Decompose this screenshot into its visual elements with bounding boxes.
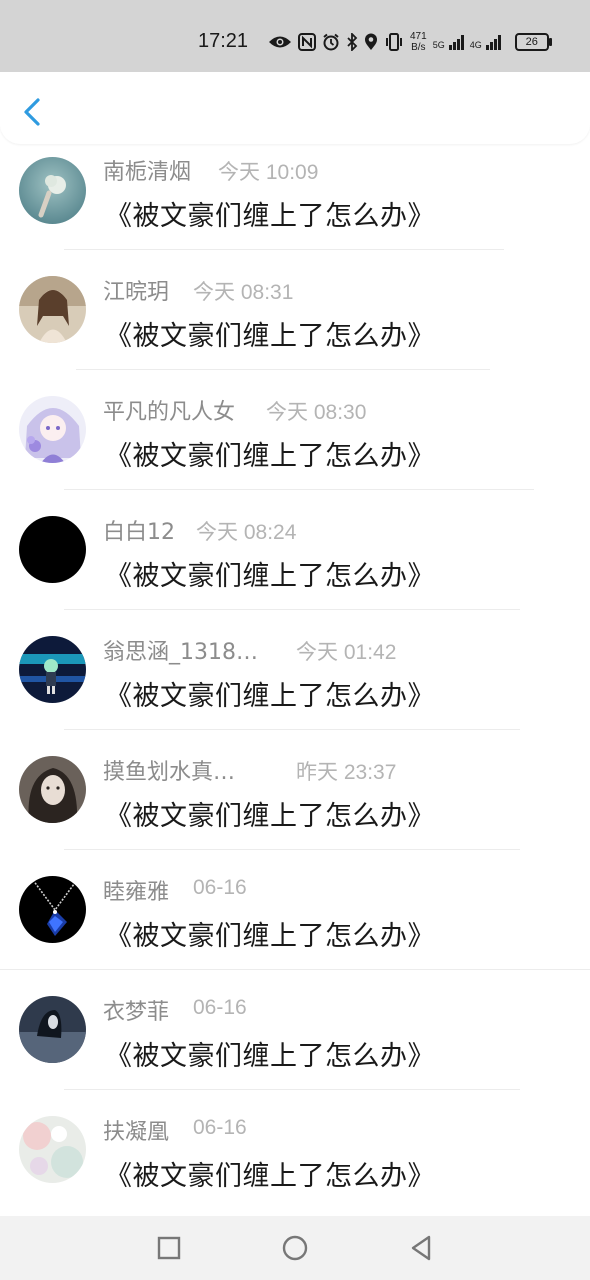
- location-icon: [365, 33, 377, 50]
- comment-text[interactable]: 《被文豪们缠上了怎么办》: [105, 1154, 435, 1193]
- comment-text[interactable]: 《被文豪们缠上了怎么办》: [105, 554, 435, 593]
- user-name[interactable]: 南栀清烟: [103, 154, 191, 186]
- user-name[interactable]: 睦雍雅: [103, 874, 169, 906]
- user-name[interactable]: 摸鱼划水真…: [103, 754, 235, 786]
- status-bar: 17:21 471 B/s 5G 4G 26: [0, 0, 590, 72]
- avatar[interactable]: [19, 396, 86, 463]
- sim2-signal: 4G: [470, 34, 501, 50]
- square-icon[interactable]: [151, 1230, 187, 1266]
- comment-text[interactable]: 《被文豪们缠上了怎么办》: [105, 914, 435, 953]
- avatar[interactable]: [19, 1116, 86, 1183]
- comment-text[interactable]: 《被文豪们缠上了怎么办》: [105, 434, 435, 473]
- status-icons: 471 B/s 5G 4G 26: [268, 28, 552, 56]
- top-app-bar: [0, 72, 590, 144]
- avatar[interactable]: [19, 157, 86, 224]
- chevron-left-icon[interactable]: [18, 92, 48, 132]
- comment-text[interactable]: 《被文豪们缠上了怎么办》: [105, 794, 435, 833]
- avatar[interactable]: [19, 636, 86, 703]
- comment-time: 06-16: [193, 996, 247, 1019]
- circle-icon[interactable]: [277, 1230, 313, 1266]
- comment-text[interactable]: 《被文豪们缠上了怎么办》: [105, 194, 435, 233]
- comment-time: 06-16: [193, 1116, 247, 1139]
- comment-text[interactable]: 《被文豪们缠上了怎么办》: [105, 314, 435, 353]
- list-item[interactable]: 衣梦菲 06-16 《被文豪们缠上了怎么办》: [0, 970, 590, 1090]
- comment-time: 昨天 23:37: [296, 761, 397, 784]
- vibrate-icon: [386, 33, 402, 51]
- alarm-icon: [323, 33, 339, 51]
- comment-time: 今天 08:30: [266, 401, 367, 424]
- user-name[interactable]: 平凡的凡人女: [103, 394, 235, 426]
- comment-time: 今天 08:31: [193, 281, 294, 304]
- list-item[interactable]: 南栀清烟 今天 10:09 《被文豪们缠上了怎么办》: [0, 144, 590, 250]
- list-item[interactable]: 扶凝凰 06-16 《被文豪们缠上了怎么办》: [0, 1090, 590, 1210]
- eye-icon: [269, 36, 291, 48]
- user-name[interactable]: 衣梦菲: [103, 994, 169, 1026]
- sim1-signal: 5G: [433, 34, 464, 50]
- list-item[interactable]: 翁思涵_1318… 今天 01:42 《被文豪们缠上了怎么办》: [0, 610, 590, 730]
- avatar[interactable]: [19, 876, 86, 943]
- battery-icon: 26: [514, 33, 552, 51]
- triangle-back-icon[interactable]: [403, 1230, 439, 1266]
- user-name[interactable]: 扶凝凰: [103, 1114, 169, 1146]
- list-item[interactable]: 睦雍雅 06-16 《被文豪们缠上了怎么办》: [0, 850, 590, 970]
- list-item[interactable]: 白白12 今天 08:24 《被文豪们缠上了怎么办》: [0, 490, 590, 610]
- list-item[interactable]: 平凡的凡人女 今天 08:30 《被文豪们缠上了怎么办》: [0, 370, 590, 490]
- comment-time: 今天 01:42: [296, 641, 397, 664]
- signal-bars-icon: [448, 34, 464, 50]
- user-name[interactable]: 江晥玥: [103, 274, 169, 306]
- avatar[interactable]: [19, 516, 86, 583]
- avatar[interactable]: [19, 996, 86, 1063]
- comment-text[interactable]: 《被文豪们缠上了怎么办》: [105, 1034, 435, 1073]
- list-item[interactable]: 江晥玥 今天 08:31 《被文豪们缠上了怎么办》: [0, 250, 590, 370]
- status-time: 17:21: [198, 30, 249, 52]
- list-item[interactable]: 摸鱼划水真… 昨天 23:37 《被文豪们缠上了怎么办》: [0, 730, 590, 850]
- signal-bars-icon: [485, 34, 501, 50]
- comment-text[interactable]: 《被文豪们缠上了怎么办》: [105, 674, 435, 713]
- comment-time: 06-16: [193, 876, 247, 899]
- network-speed: 471 B/s: [410, 31, 427, 53]
- comment-time: 今天 08:24: [196, 521, 297, 544]
- comment-time: 今天 10:09: [218, 161, 319, 184]
- user-name[interactable]: 白白12: [103, 514, 175, 546]
- comment-list: 南栀清烟 今天 10:09 《被文豪们缠上了怎么办》 江晥玥 今天 08:31 …: [0, 144, 590, 1210]
- bluetooth-icon: [347, 33, 358, 51]
- system-nav-bar: [0, 1216, 590, 1280]
- user-name[interactable]: 翁思涵_1318…: [103, 634, 258, 666]
- nfc-icon: [298, 33, 316, 51]
- avatar[interactable]: [19, 276, 86, 343]
- avatar[interactable]: [19, 756, 86, 823]
